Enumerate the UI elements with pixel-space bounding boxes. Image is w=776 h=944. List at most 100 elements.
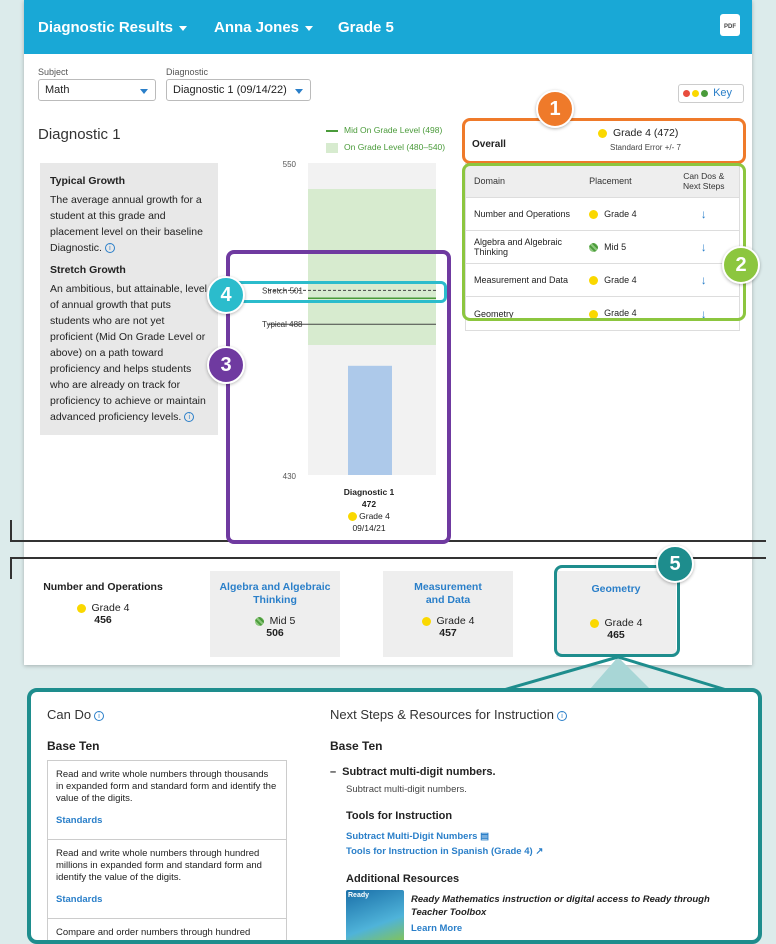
can-do-text: Read and write whole numbers through tho…: [56, 769, 277, 804]
subject-label: Subject: [38, 67, 69, 77]
can-do-text: Read and write whole numbers through hun…: [56, 848, 262, 883]
spanish-tool-link-label: Tools for Instruction in Spanish (Grade …: [346, 846, 533, 857]
callout-frame-geometry: [554, 565, 680, 657]
divider-line: [10, 557, 12, 579]
callout-1: 1: [536, 90, 574, 128]
report-menu[interactable]: Diagnostic Results: [38, 19, 188, 36]
callout-3: 3: [207, 346, 245, 384]
key-button[interactable]: Key: [678, 84, 744, 103]
report-menu-label: Diagnostic Results: [38, 19, 174, 36]
diagnostic-value: Diagnostic 1 (09/14/22): [173, 84, 287, 96]
info-icon[interactable]: i: [94, 710, 105, 721]
diagnostic-select[interactable]: Diagnostic 1 (09/14/22): [166, 79, 311, 101]
divider-line: [10, 557, 766, 559]
info-icon[interactable]: i: [184, 412, 195, 423]
key-dot-icon: [701, 89, 708, 97]
domain-card-placement: Grade 4: [38, 602, 168, 614]
domain-card-score: 457: [439, 627, 457, 639]
callout-frame-overall: [462, 118, 746, 164]
can-do-item: Read and write whole numbers through tho…: [47, 760, 287, 840]
chevron-down-icon: [305, 25, 314, 31]
diagnostic-title: Diagnostic 1: [38, 126, 121, 143]
can-do-item: Read and write whole numbers through hun…: [47, 839, 287, 919]
diagnostic-label: Diagnostic: [166, 67, 209, 77]
subject-value: Math: [45, 84, 70, 96]
stretch-growth-body: An ambitious, but attainable, level of a…: [50, 283, 208, 423]
resource-text-body: Ready Mathematics instruction or digital…: [411, 894, 710, 918]
callout-5: 5: [656, 545, 694, 583]
domain-card-score: 456: [94, 614, 112, 626]
growth-definitions: Typical Growth The average annual growth…: [40, 163, 218, 435]
domain-card-score: 506: [266, 627, 284, 639]
learn-more-link[interactable]: Learn More: [411, 923, 462, 934]
legend-mid: Mid On Grade Level (498): [326, 125, 442, 135]
legend-line-swatch: [326, 129, 338, 132]
external-link-icon: ↗: [535, 846, 544, 857]
info-icon[interactable]: i: [556, 710, 567, 721]
placement-label: Grade 4: [436, 615, 475, 627]
callout-frame-stretch: [229, 281, 447, 303]
key-label: Key: [713, 87, 733, 99]
domain-card-title: Algebra and Algebraic Thinking: [219, 581, 331, 606]
callout-frame-domains: [462, 163, 746, 321]
can-do-item: Compare and order numbers through hundre…: [47, 918, 287, 940]
next-steps-heading: Next Steps & Resources for Instruction i: [330, 707, 567, 722]
domain-card-placement: Grade 4: [383, 615, 513, 627]
can-do-section: Base Ten: [47, 739, 100, 753]
can-do-title: Can Do: [47, 707, 92, 722]
top-bar: Diagnostic Results Anna Jones Grade 5 PD…: [24, 0, 752, 54]
ready-book-image: Ready: [346, 890, 404, 940]
standards-link[interactable]: Standards: [56, 815, 278, 827]
placement-label: Grade 4: [91, 602, 130, 614]
placement-dot-icon: [254, 616, 264, 626]
legend-mid-label: Mid On Grade Level (498): [344, 125, 443, 135]
chevron-down-icon: [179, 25, 188, 31]
domain-card[interactable]: Algebra and Algebraic Thinking Mid 5 506: [210, 571, 340, 657]
placement-dot-icon: [421, 616, 431, 626]
additional-title: Additional Resources: [346, 873, 460, 885]
tool-link-label: Subtract Multi-Digit Numbers: [346, 831, 478, 842]
skill-title-label: Subtract multi-digit numbers.: [342, 766, 496, 778]
y-tick-label: 550: [283, 160, 297, 169]
detail-panel: Can Do i Base Ten Read and write whole nu…: [27, 688, 762, 944]
key-dot-icon: [683, 89, 690, 97]
book-label: Ready: [348, 892, 370, 899]
typical-growth-body: The average annual growth for a student …: [50, 194, 203, 254]
typical-growth-text: The average annual growth for a student …: [50, 192, 208, 256]
student-menu[interactable]: Anna Jones: [214, 19, 314, 36]
student-menu-label: Anna Jones: [214, 19, 300, 36]
key-dot-icon: [692, 89, 699, 97]
domain-card[interactable]: Number and Operations Grade 4 456: [38, 571, 168, 657]
typical-growth-title: Typical Growth: [50, 175, 126, 187]
stretch-growth-title: Stretch Growth: [50, 264, 126, 276]
next-steps-title: Next Steps & Resources for Instruction: [330, 707, 554, 722]
spanish-tool-link[interactable]: Tools for Instruction in Spanish (Grade …: [346, 846, 543, 857]
callout-4: 4: [207, 276, 245, 314]
chevron-down-icon: [140, 89, 148, 94]
document-icon: ▤: [480, 831, 490, 842]
placement-dot-icon: [76, 603, 86, 613]
can-do-heading: Can Do i: [47, 707, 105, 722]
domain-card-title: Number and Operations: [43, 581, 163, 593]
standards-link[interactable]: Standards: [56, 894, 278, 906]
resource-text: Ready Mathematics instruction or digital…: [411, 893, 731, 919]
tools-title: Tools for Instruction: [346, 810, 453, 822]
domain-card-placement: Mid 5: [210, 615, 340, 627]
info-icon[interactable]: i: [104, 243, 115, 254]
skill-text: Subtract multi-digit numbers.: [346, 784, 467, 795]
chevron-down-icon: [295, 89, 303, 94]
stretch-growth-text: An ambitious, but attainable, level of a…: [50, 281, 208, 425]
callout-2: 2: [722, 246, 760, 284]
subject-select[interactable]: Math: [38, 79, 156, 101]
placement-label: Mid 5: [269, 615, 296, 627]
next-steps-section: Base Ten: [330, 739, 383, 753]
skill-title[interactable]: – Subtract multi-digit numbers.: [330, 766, 496, 778]
tool-link[interactable]: Subtract Multi-Digit Numbers ▤: [346, 831, 489, 842]
pdf-icon[interactable]: PDF: [720, 14, 740, 36]
grade-label: Grade 5: [338, 19, 394, 36]
can-do-text: Compare and order numbers through hundre…: [56, 927, 251, 938]
collapse-icon[interactable]: –: [330, 766, 336, 778]
domain-card[interactable]: Measurement and Data Grade 4 457: [383, 571, 513, 657]
domain-card-title: Measurement and Data: [414, 581, 482, 606]
divider-line: [10, 520, 12, 542]
